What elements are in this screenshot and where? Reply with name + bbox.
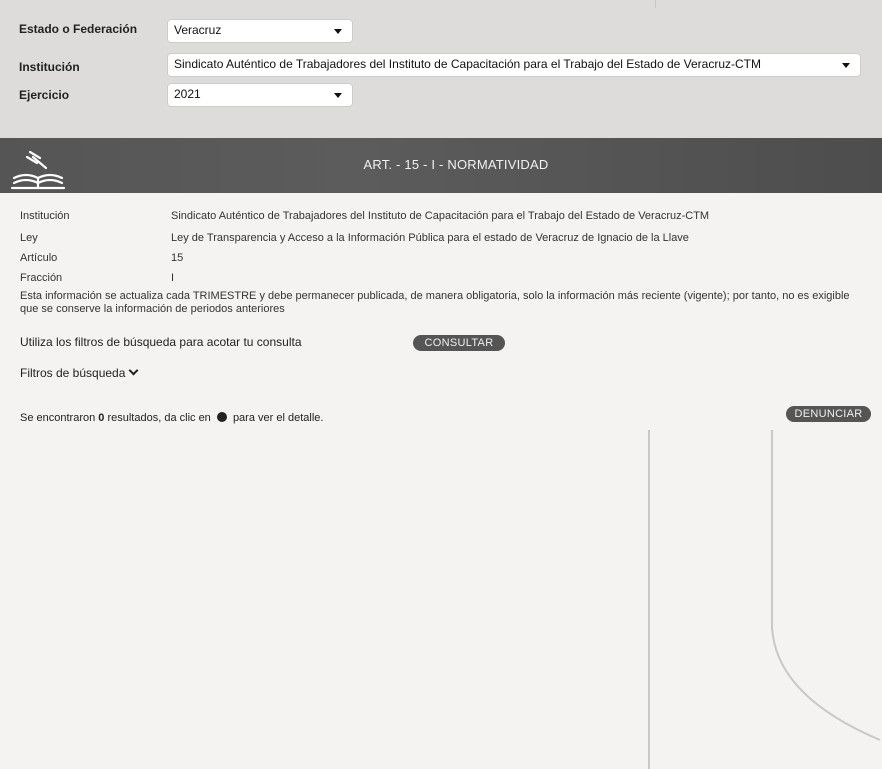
detail-label: Institución — [20, 210, 70, 222]
banner-title: ART. - 15 - I - NORMATIVIDAD — [363, 157, 549, 172]
year-select[interactable]: 2021 — [168, 84, 352, 106]
results-count: 0 — [98, 412, 105, 424]
info-icon — [216, 412, 227, 422]
detail-label: Artículo — [20, 252, 58, 264]
page-curl-line — [771, 625, 881, 741]
search-filters-toggle[interactable]: Filtros de búsqueda — [20, 365, 139, 380]
state-select-value: Veracruz — [174, 23, 222, 37]
detail-value: Ley de Transparencia y Acceso a la Infor… — [171, 232, 689, 244]
report-button[interactable]: DENUNCIAR — [786, 406, 871, 422]
section-banner: ART. - 15 - I - NORMATIVIDAD — [0, 138, 882, 193]
search-filters-label: Filtros de búsqueda — [20, 366, 126, 380]
page-edge-line — [655, 0, 656, 8]
chevron-down-icon — [842, 63, 850, 68]
year-select-value: 2021 — [174, 87, 201, 101]
search-hint: Utiliza los filtros de búsqueda para aco… — [20, 335, 302, 349]
detail-value: I — [171, 272, 175, 284]
results-summary: Se encontraron 0 resultados, da clic en … — [20, 412, 323, 424]
detail-label: Fracción — [20, 272, 63, 284]
institution-label: Institución — [19, 60, 80, 74]
results-prefix: Se encontraron — [20, 412, 96, 424]
results-suffix: para ver el detalle. — [232, 412, 324, 424]
state-select[interactable]: Veracruz — [168, 20, 352, 42]
state-label: Estado o Federación — [19, 22, 138, 36]
filter-panel: Estado o Federación Veracruz Institución… — [0, 0, 882, 138]
year-label: Ejercicio — [19, 88, 70, 102]
page: Estado o Federación Veracruz Institución… — [0, 0, 882, 769]
chevron-down-icon — [334, 29, 342, 34]
chevron-down-icon — [334, 93, 342, 98]
results-middle: resultados, da clic en — [107, 412, 211, 424]
institution-select-value: Sindicato Auténtico de Trabajadores del … — [174, 57, 762, 71]
consult-button[interactable]: CONSULTAR — [413, 335, 505, 351]
update-notice: Esta información se actualiza cada TRIME… — [20, 290, 850, 315]
page-edge-line — [648, 430, 650, 769]
detail-value: 15 — [171, 252, 184, 264]
detail-value: Sindicato Auténtico de Trabajadores del … — [171, 210, 710, 222]
detail-label: Ley — [20, 232, 38, 244]
page-edge-line — [771, 430, 773, 630]
chevron-down-icon — [128, 365, 139, 376]
institution-select[interactable]: Sindicato Auténtico de Trabajadores del … — [168, 54, 860, 76]
